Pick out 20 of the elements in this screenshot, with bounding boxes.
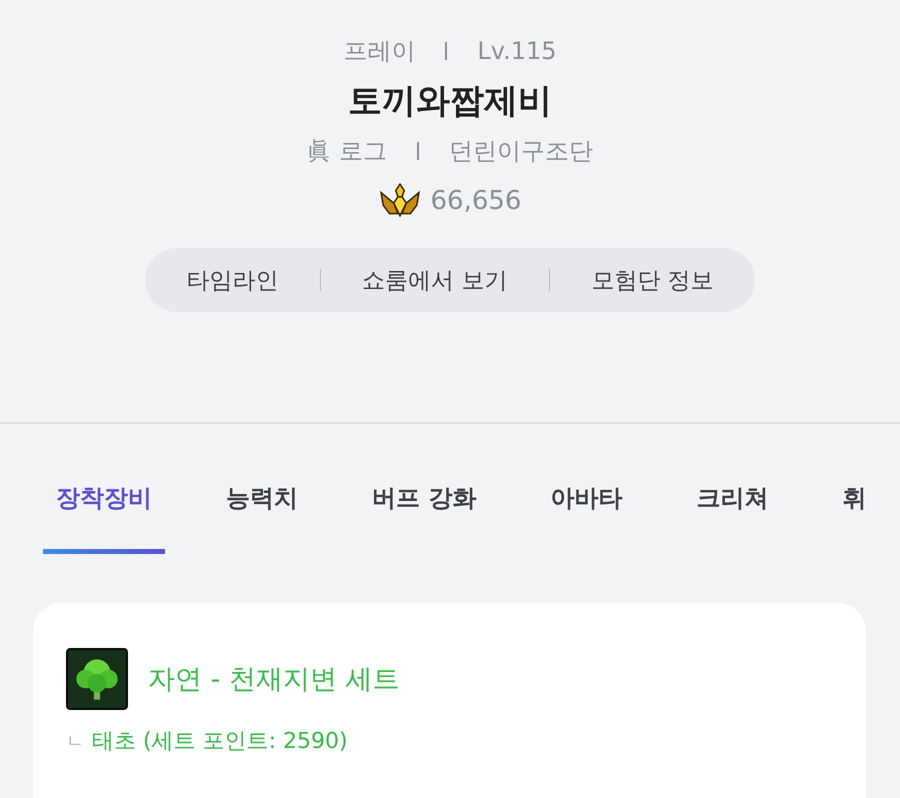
set-detail: 태초 (세트 포인트: 2590) [92, 728, 348, 756]
profile-link[interactable]: 타임라인 [186, 264, 278, 296]
profile-link[interactable]: 쇼룸에서 보기 [362, 264, 508, 296]
set-title: 자연 - 천재지변 세트 [148, 663, 400, 697]
tab[interactable]: 휘 [829, 474, 880, 554]
profile-link[interactable]: 모험단 정보 [591, 264, 714, 296]
tab[interactable]: 크리쳐 [683, 474, 782, 554]
tree-icon [66, 648, 128, 710]
job-name: 프레이 [343, 36, 416, 67]
guild-name: 던린이구조단 [448, 136, 593, 167]
score-text: 66,656 [430, 186, 522, 216]
branch-mark: ㄴ [66, 730, 84, 753]
tab[interactable]: 버프 강화 [359, 474, 490, 554]
emblem-icon [378, 182, 420, 220]
world-name: 眞 로그 [307, 136, 387, 167]
tab[interactable]: 아바타 [537, 474, 636, 554]
level-text: Lv.115 [477, 37, 557, 65]
tab[interactable]: 장착장비 [43, 474, 165, 554]
character-name: 토끼와짭제비 [348, 80, 552, 123]
tab[interactable]: 능력치 [213, 474, 311, 554]
